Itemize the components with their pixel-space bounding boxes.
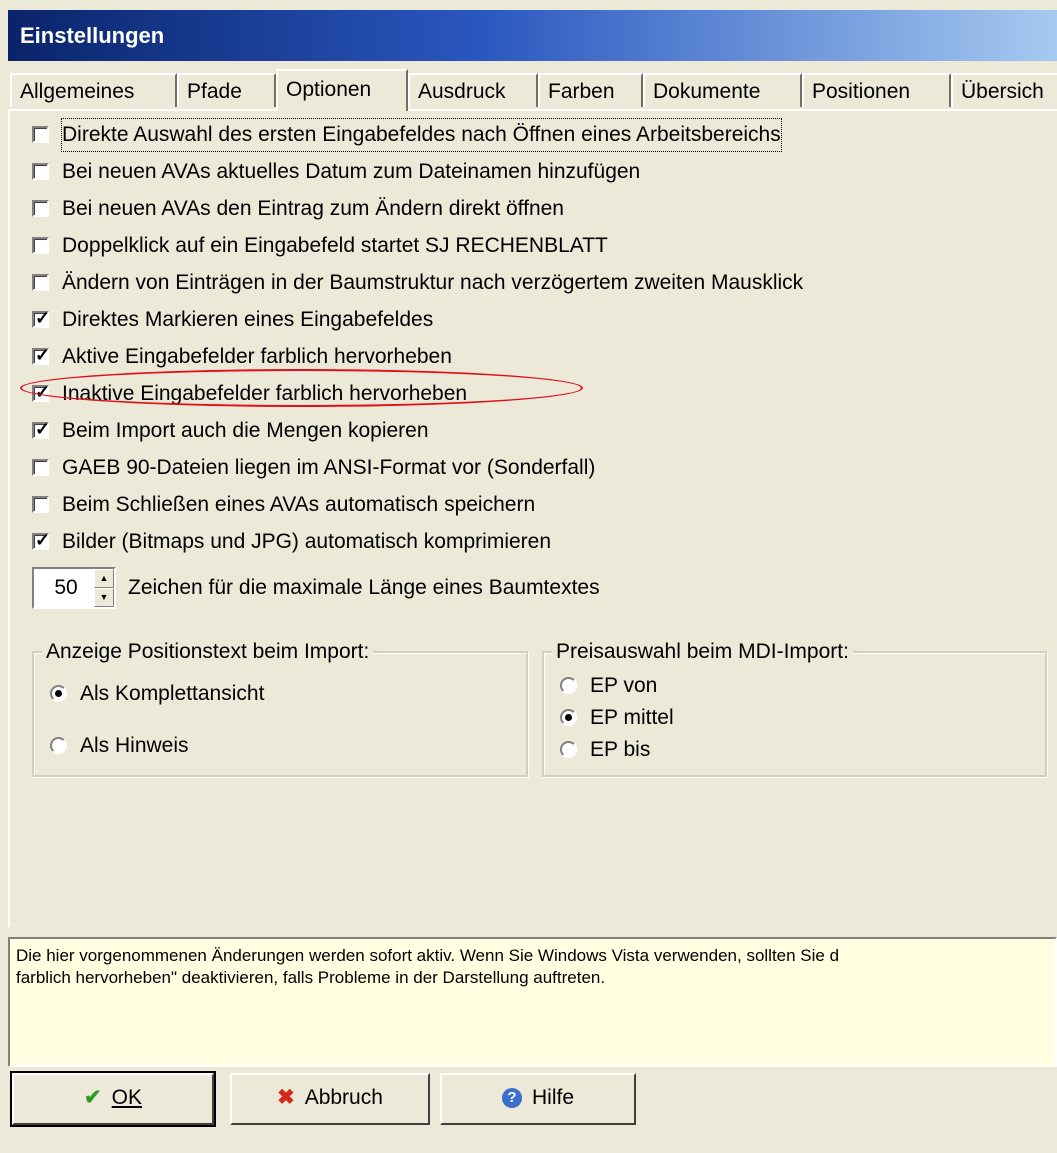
option-label: Beim Schließen eines AVAs automatisch sp…: [62, 493, 536, 516]
spin-up-arrow-icon[interactable]: ▲: [94, 569, 114, 588]
spinner-label: Zeichen für die maximale Länge eines Bau…: [128, 576, 600, 599]
help-label: Hilfe: [531, 1086, 574, 1109]
radio-dot: [565, 714, 572, 721]
group-title: Anzeige Positionstext beim Import:: [42, 638, 374, 666]
checkmark-icon: ✓: [35, 530, 51, 550]
option-label: Bei neuen AVAs den Eintrag zum Ändern di…: [62, 197, 564, 220]
tab-farben[interactable]: Farben: [538, 73, 643, 107]
radio-label: Als Komplettansicht: [80, 682, 265, 705]
radio-label: EP von: [590, 674, 658, 697]
spin-down-arrow-icon[interactable]: ▼: [94, 588, 114, 607]
radio-label: Als Hinweis: [80, 734, 189, 757]
tab-uebersicht[interactable]: Übersich: [951, 73, 1057, 107]
settings-dialog: Allgemeines Pfade Optionen Ausdruck Farb…: [8, 61, 1057, 1153]
title-bar: Einstellungen: [8, 10, 1057, 61]
radio-button[interactable]: [560, 741, 577, 758]
spinner-value: 50: [54, 576, 78, 599]
tab-allgemeines[interactable]: Allgemeines: [10, 73, 177, 107]
option-label: Aktive Eingabefelder farblich hervorhebe…: [62, 345, 452, 368]
checkbox[interactable]: ✓: [32, 382, 51, 402]
option-label: Bilder (Bitmaps und JPG) automatisch kom…: [62, 530, 552, 553]
checkbox[interactable]: [32, 200, 49, 217]
option-label: Inaktive Eingabefelder farblich hervorhe…: [62, 382, 468, 405]
tab-optionen[interactable]: Optionen: [276, 69, 408, 111]
radio-button[interactable]: [560, 677, 577, 694]
ok-button[interactable]: ✔ OK: [10, 1071, 216, 1127]
radio-label: EP bis: [590, 738, 651, 761]
checkbox[interactable]: [32, 274, 49, 291]
checkmark-icon: ✓: [35, 419, 51, 439]
info-line-1: Die hier vorgenommenen Änderungen werden…: [16, 946, 840, 965]
cancel-button[interactable]: ✖ Abbruch: [230, 1073, 430, 1125]
tab-positionen[interactable]: Positionen: [802, 73, 951, 107]
option-label: Doppelklick auf ein Eingabefeld startet …: [62, 234, 608, 257]
checkbox[interactable]: ✓: [32, 419, 51, 439]
group-position-text: Anzeige Positionstext beim Import: Als K…: [32, 638, 528, 777]
info-text-box: Die hier vorgenommenen Änderungen werden…: [8, 937, 1057, 1067]
tree-text-length-spinner[interactable]: 50 ▲ ▼: [32, 567, 116, 609]
checkmark-icon: ✔: [84, 1086, 102, 1109]
cancel-label: Abbruch: [304, 1086, 383, 1109]
checkbox[interactable]: [32, 163, 49, 180]
radio-button[interactable]: [50, 685, 67, 702]
checkbox[interactable]: [32, 496, 49, 513]
group-price-selection: Preisauswahl beim MDI-Import: EP von EP …: [542, 638, 1047, 777]
checkbox[interactable]: [32, 459, 49, 476]
ok-label: OK: [111, 1086, 142, 1109]
tab-pfade[interactable]: Pfade: [177, 73, 276, 107]
radio-button[interactable]: [50, 737, 67, 754]
checkmark-icon: ✓: [35, 308, 51, 328]
tab-dokumente[interactable]: Dokumente: [643, 73, 802, 107]
checkbox[interactable]: ✓: [32, 530, 51, 550]
close-x-icon: ✖: [277, 1086, 295, 1109]
option-label: Bei neuen AVAs aktuelles Datum zum Datei…: [62, 160, 641, 183]
help-button[interactable]: ? Hilfe: [440, 1073, 636, 1125]
checkmark-icon: ✓: [35, 345, 51, 365]
option-label: Ändern von Einträgen in der Baumstruktur…: [62, 271, 804, 294]
checkbox[interactable]: ✓: [32, 345, 51, 365]
option-label: Direktes Markieren eines Eingabefeldes: [62, 308, 434, 331]
checkbox[interactable]: [32, 237, 49, 254]
window-title: Einstellungen: [20, 23, 165, 48]
option-label: Direkte Auswahl des ersten Eingabefeldes…: [61, 118, 782, 152]
group-title: Preisauswahl beim MDI-Import:: [552, 638, 853, 666]
option-label: Beim Import auch die Mengen kopieren: [62, 419, 429, 442]
tab-ausdruck[interactable]: Ausdruck: [408, 73, 538, 107]
radio-dot: [55, 690, 62, 697]
option-label: GAEB 90-Dateien liegen im ANSI-Format vo…: [62, 456, 596, 479]
tab-strip: Allgemeines Pfade Optionen Ausdruck Farb…: [8, 69, 1057, 111]
radio-label: EP mittel: [590, 706, 674, 729]
checkmark-icon: ✓: [35, 382, 51, 402]
checkbox[interactable]: [32, 126, 49, 143]
help-question-icon: ?: [501, 1088, 522, 1109]
info-line-2: farblich hervorheben" deaktivieren, fall…: [16, 968, 606, 987]
options-panel: Direkte Auswahl des ersten Eingabefeldes…: [8, 109, 1057, 927]
radio-button[interactable]: [560, 709, 577, 726]
checkbox[interactable]: ✓: [32, 308, 51, 328]
